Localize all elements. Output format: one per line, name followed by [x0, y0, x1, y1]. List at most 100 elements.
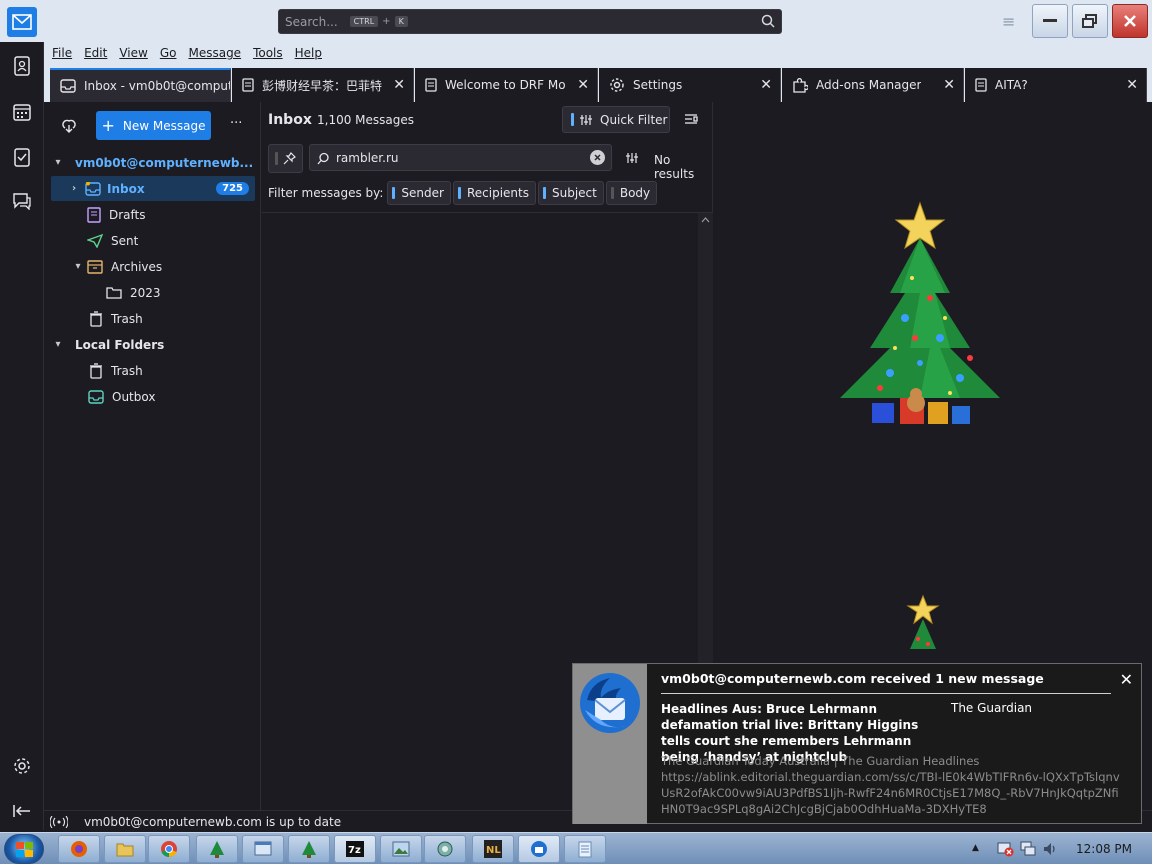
tab-message-drf[interactable]: Welcome to DRF Morn ✕: [415, 68, 598, 102]
gear-icon: [437, 841, 453, 857]
local-folder-outbox[interactable]: Outbox: [51, 384, 255, 409]
close-window-button[interactable]: [1112, 4, 1148, 38]
pin-icon: [283, 152, 296, 165]
tab-label: Inbox - vm0b0t@compute: [84, 79, 230, 93]
chevron-down-icon: ▾: [75, 261, 81, 272]
folder-drafts[interactable]: Drafts: [51, 202, 255, 227]
taskbar-7zip[interactable]: 7z: [334, 835, 376, 863]
folder-pane-more-button[interactable]: ···: [230, 116, 242, 131]
mail-app-icon[interactable]: [7, 7, 37, 37]
quick-filter-button[interactable]: Quick Filter: [562, 106, 670, 133]
network-icon[interactable]: [1020, 841, 1036, 857]
close-notification-icon[interactable]: ✕: [1120, 670, 1133, 689]
taskbar-explorer[interactable]: [104, 835, 146, 863]
menu-edit[interactable]: Edit: [84, 46, 107, 60]
inbox-icon: [85, 181, 101, 196]
network-error-icon[interactable]: [996, 841, 1014, 857]
tab-message-aita[interactable]: AITA? ✕: [965, 68, 1147, 102]
menu-view[interactable]: View: [119, 46, 147, 60]
filter-chip-recipients[interactable]: Recipients: [452, 181, 536, 205]
settings-gear-icon[interactable]: [10, 754, 34, 778]
pin-filter-button[interactable]: [268, 144, 303, 173]
tasks-icon[interactable]: [10, 145, 34, 169]
toggle-indicator: [542, 187, 546, 199]
collapse-spaces-icon[interactable]: [10, 799, 34, 823]
tab-settings[interactable]: Settings ✕: [599, 68, 781, 102]
toggle-indicator: [457, 187, 461, 199]
inbox-icon: [60, 79, 76, 93]
taskbar-chrome[interactable]: [148, 835, 190, 863]
folder-icon: [106, 287, 122, 299]
taskbar-app-window[interactable]: [242, 835, 284, 863]
taskbar-thunderbird[interactable]: [518, 835, 560, 863]
menu-go[interactable]: Go: [160, 46, 177, 60]
window-icon: [254, 841, 272, 856]
folder-sent[interactable]: Sent: [51, 228, 255, 253]
app-menu-icon[interactable]: ≡: [1002, 12, 1015, 31]
new-message-button[interactable]: + New Message: [96, 111, 211, 140]
restore-button[interactable]: [1072, 4, 1108, 38]
global-search-input[interactable]: Search... CTRL + K: [278, 9, 782, 34]
chat-icon[interactable]: [10, 189, 34, 213]
chrome-icon: [161, 841, 177, 858]
search-placeholder: Search...: [285, 14, 338, 29]
new-mail-notification[interactable]: vm0b0t@computernewb.com received 1 new m…: [572, 663, 1142, 824]
folder-archives[interactable]: ▾ Archives: [51, 254, 255, 279]
toggle-indicator: [610, 187, 614, 199]
start-button[interactable]: [4, 834, 44, 864]
menu-message[interactable]: Message: [188, 46, 241, 60]
trash-icon: [90, 362, 102, 379]
taskbar-settings-app[interactable]: [424, 835, 466, 863]
folder-inbox[interactable]: › Inbox 725: [51, 176, 255, 201]
taskbar-firefox[interactable]: [58, 835, 100, 863]
scroll-up-icon[interactable]: [701, 217, 710, 223]
local-folders-row[interactable]: ▾ Local Folders: [51, 332, 255, 357]
get-messages-icon[interactable]: [61, 117, 77, 136]
show-hidden-icons-icon[interactable]: ▲: [972, 843, 979, 853]
taskbar-notepad[interactable]: [564, 835, 606, 863]
chip-label: Sender: [401, 186, 444, 200]
tree-icon: [302, 841, 316, 858]
search-icon[interactable]: [761, 14, 775, 31]
folder-label: Drafts: [109, 207, 146, 222]
taskbar-tree-app[interactable]: [196, 835, 238, 863]
close-tab-icon[interactable]: ✕: [943, 77, 955, 93]
notification-title: vm0b0t@computernewb.com received 1 new m…: [661, 671, 1044, 686]
calendar-icon[interactable]: [10, 100, 34, 124]
online-status-icon[interactable]: [50, 815, 68, 828]
taskbar: 7z NL ▲ 12:08 PM: [0, 832, 1152, 864]
quick-filter-input[interactable]: rambler.ru: [309, 144, 612, 171]
menu-tools[interactable]: Tools: [253, 46, 283, 60]
local-folder-trash[interactable]: Trash: [51, 358, 255, 383]
close-tab-icon[interactable]: ✕: [393, 77, 405, 93]
taskbar-tree-app-2[interactable]: [288, 835, 330, 863]
filter-chip-sender[interactable]: Sender: [387, 181, 451, 205]
tab-message-bloomberg[interactable]: 彭博财经早茶：巴菲特 ✕: [232, 68, 414, 102]
tab-addons-manager[interactable]: Add-ons Manager ✕: [782, 68, 964, 102]
image-viewer-icon: [392, 841, 410, 857]
tab-inbox[interactable]: Inbox - vm0b0t@compute: [50, 68, 231, 102]
menu-file[interactable]: File: [52, 46, 72, 60]
close-tab-icon[interactable]: ✕: [1126, 77, 1138, 93]
folder-trash[interactable]: Trash: [51, 306, 255, 331]
filter-chip-subject[interactable]: Subject: [537, 181, 604, 205]
chevron-down-icon: ▾: [55, 157, 61, 168]
filter-chip-body[interactable]: Body: [605, 181, 658, 205]
svg-text:7z: 7z: [348, 845, 361, 856]
tab-label: 彭博财经早茶：巴菲特: [262, 78, 382, 93]
volume-icon[interactable]: [1042, 841, 1058, 857]
filter-options-icon[interactable]: [626, 152, 638, 167]
windows-logo-icon: [16, 842, 33, 857]
menu-help[interactable]: Help: [295, 46, 322, 60]
account-row[interactable]: ▾ vm0b0t@computernewb...: [51, 150, 255, 175]
folder-2023[interactable]: 2023: [51, 280, 255, 305]
close-tab-icon[interactable]: ✕: [760, 77, 772, 93]
close-tab-icon[interactable]: ✕: [577, 77, 589, 93]
minimize-button[interactable]: [1032, 4, 1068, 38]
address-book-icon[interactable]: [10, 54, 34, 78]
taskbar-clock[interactable]: 12:08 PM: [1076, 842, 1132, 856]
taskbar-image-viewer[interactable]: [380, 835, 422, 863]
taskbar-nl-app[interactable]: NL: [472, 835, 514, 863]
clear-filter-icon[interactable]: [590, 150, 605, 165]
display-options-icon[interactable]: [684, 112, 698, 129]
